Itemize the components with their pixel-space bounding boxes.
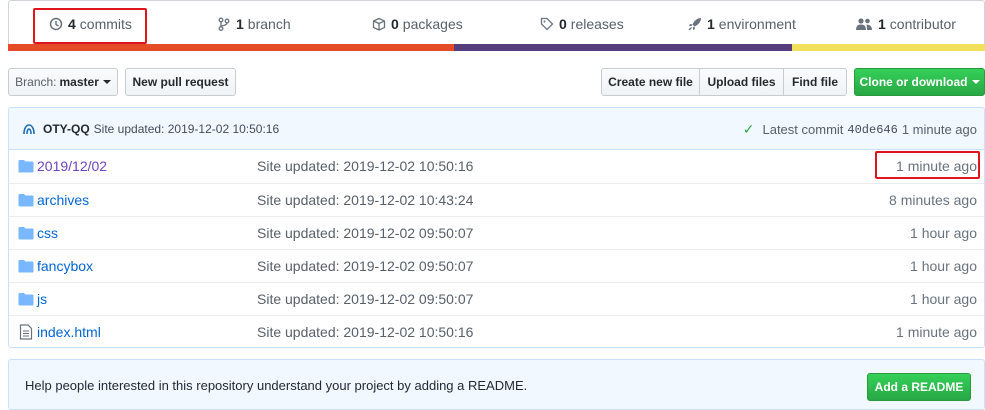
file-row: 2019/12/02 Site updated: 2019-12-02 10:50… [9,150,984,183]
file-name-link[interactable]: 2019/12/02 [37,158,107,174]
latest-commit-age: 1 minute ago [901,122,977,137]
package-icon [372,17,386,31]
branch-name: master [59,75,99,89]
latest-commit-label: Latest commit [762,122,844,137]
check-icon: ✓ [742,121,755,137]
file-commit-message-link[interactable]: Site updated: 2019-12-02 09:50:07 [257,258,473,274]
caret-down-icon [102,80,111,84]
releases-label: releases [570,16,624,32]
find-file-button[interactable]: Find file [783,68,847,96]
clone-or-download-label: Clone or download [859,75,968,89]
latest-commit-info: ✓ Latest commit 40de646 1 minute ago [743,121,977,138]
add-readme-button[interactable]: Add a README [867,373,971,401]
commit-message-link[interactable]: Site updated: 2019-12-02 10:50:16 [94,122,279,136]
file-name-link[interactable]: css [37,225,58,241]
file-commit-message-link[interactable]: Site updated: 2019-12-02 09:50:07 [257,291,473,307]
branches-label: branch [247,16,291,32]
caret-down-icon [971,80,980,84]
file-name-link[interactable]: fancybox [37,258,93,274]
file-row: js Site updated: 2019-12-02 09:50:07 1 hou… [9,282,984,315]
file-commit-message-link[interactable]: Site updated: 2019-12-02 10:50:16 [257,158,473,174]
language-segment [791,44,985,51]
readme-prompt: Help people interested in this repositor… [8,359,985,410]
file-commit-message-link[interactable]: Site updated: 2019-12-02 10:43:24 [257,192,473,208]
file-age: 1 hour ago [910,258,977,274]
file-actions-group: Create new file Upload files Find file [601,68,847,96]
upload-files-button[interactable]: Upload files [699,68,784,96]
file-age: 1 hour ago [910,225,977,241]
environments-link[interactable]: 1 environment [688,14,796,34]
releases-count: 0 [559,16,567,32]
file-name-link[interactable]: js [37,291,47,307]
language-segment [8,44,455,51]
branches-count: 1 [236,16,244,32]
file-row: css Site updated: 2019-12-02 09:50:07 1 ho… [9,216,984,249]
branch-select-button[interactable]: Branch: master [8,68,118,96]
file-row: fancybox Site updated: 2019-12-02 09:50:0… [9,249,984,282]
packages-link[interactable]: 0 packages [372,14,463,34]
environments-label: environment [718,16,796,32]
language-bar[interactable] [8,44,985,51]
packages-label: packages [402,16,463,32]
file-row: archives Site updated: 2019-12-02 10:43:2… [9,183,984,216]
environments-count: 1 [707,16,715,32]
folder-icon [18,292,34,306]
folder-icon [18,226,34,240]
file-listing: OTY-QQ Site updated: 2019-12-02 10:50:16… [8,107,985,348]
commit-author-link[interactable]: OTY-QQ [43,122,90,136]
highlight-box-age [875,151,980,179]
clone-or-download-button[interactable]: Clone or download [854,68,985,96]
branch-prefix: Branch: [15,75,57,89]
folder-icon [18,259,34,273]
file-commit-message-link[interactable]: Site updated: 2019-12-02 09:50:07 [257,225,473,241]
new-pull-request-button[interactable]: New pull request [125,68,236,96]
contributors-link[interactable]: 1 contributor [855,14,956,34]
people-icon [855,17,873,31]
commit-sha-link[interactable]: 40de646 [847,123,897,137]
releases-link[interactable]: 0 releases [540,14,624,34]
branches-link[interactable]: 1 branch [217,14,291,34]
avatar[interactable] [21,121,37,137]
contributors-count: 1 [878,16,886,32]
branch-icon [217,17,231,31]
readme-prompt-text: Help people interested in this repositor… [25,378,528,393]
file-name-link[interactable]: archives [37,192,89,208]
folder-icon [18,193,34,207]
contributors-label: contributor [889,16,956,32]
file-commit-message-link[interactable]: Site updated: 2019-12-02 10:50:16 [257,324,473,340]
file-age: 8 minutes ago [889,192,977,208]
highlight-box-commits [33,8,147,44]
latest-commit-bar: OTY-QQ Site updated: 2019-12-02 10:50:16… [9,108,984,150]
folder-icon [18,159,34,173]
tag-icon [540,17,554,31]
file-row: index.html Site updated: 2019-12-02 10:50… [9,315,984,347]
file-name-link[interactable]: index.html [37,324,101,340]
language-segment [454,44,792,51]
file-age: 1 minute ago [896,324,977,340]
packages-count: 0 [391,16,399,32]
file-icon [19,324,35,340]
repo-summary-bar: 4 commits 1 branch 0 packages 0 releases… [8,0,985,44]
create-new-file-button[interactable]: Create new file [601,68,700,96]
file-age: 1 hour ago [910,291,977,307]
rocket-icon [688,17,702,31]
